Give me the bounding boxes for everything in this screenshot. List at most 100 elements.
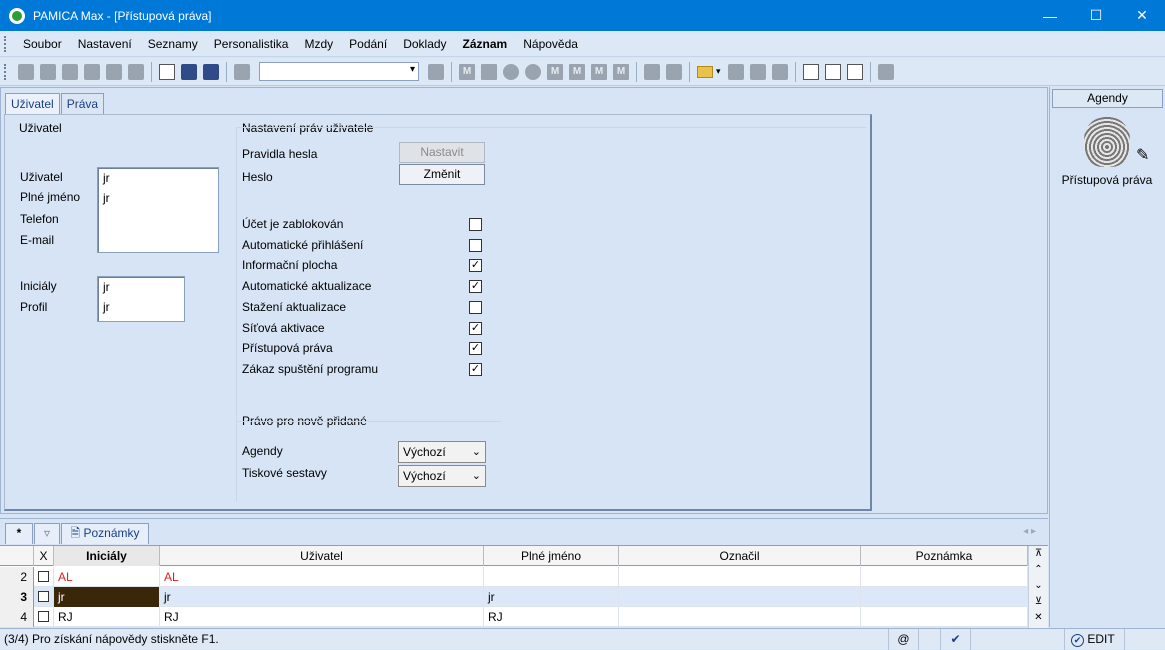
- filter-list-icon[interactable]: [428, 63, 444, 80]
- cell-marked[interactable]: [619, 587, 861, 607]
- menu-nastaveni[interactable]: Nastavení: [70, 37, 140, 51]
- cell-user[interactable]: AL: [160, 567, 484, 587]
- cell-initials[interactable]: jr: [54, 587, 160, 607]
- phone-value[interactable]: [98, 208, 218, 228]
- scroll-close-icon[interactable]: ✕: [1029, 610, 1048, 626]
- scroll-top-icon[interactable]: ⊼: [1029, 546, 1048, 562]
- duplicate-icon[interactable]: [234, 63, 250, 80]
- option-checkbox[interactable]: ✓: [469, 342, 482, 356]
- menu-mzdy[interactable]: Mzdy: [296, 37, 341, 51]
- menu-personalistika[interactable]: Personalistika: [206, 37, 297, 51]
- calendar-icon[interactable]: [749, 63, 766, 80]
- list-icon[interactable]: [771, 63, 788, 80]
- option-checkbox[interactable]: ✓: [469, 321, 482, 335]
- m-icon[interactable]: M: [547, 63, 563, 80]
- folder-dropdown-icon[interactable]: ▾: [716, 66, 721, 77]
- cell-user[interactable]: jr: [160, 587, 484, 607]
- profile-value[interactable]: jr: [98, 297, 184, 317]
- form-icon[interactable]: [824, 63, 841, 80]
- option-checkbox[interactable]: ✓: [469, 259, 482, 273]
- option-checkbox[interactable]: [469, 300, 482, 314]
- print-preview-icon[interactable]: [84, 63, 100, 80]
- delete-record-icon[interactable]: [62, 63, 78, 80]
- row-checkbox-cell[interactable]: [34, 607, 54, 627]
- option-checkbox[interactable]: ✓: [469, 362, 482, 376]
- report-icon[interactable]: [846, 63, 863, 80]
- col-note[interactable]: Poznámka: [861, 546, 1028, 566]
- cell-initials[interactable]: AL: [54, 567, 160, 587]
- document-icon[interactable]: [727, 63, 744, 80]
- cell-note[interactable]: [861, 567, 1028, 587]
- filter-clear-icon[interactable]: [666, 63, 682, 80]
- table-row[interactable]: 3 jr jr jr: [0, 587, 1028, 607]
- cell-full-name[interactable]: jr: [484, 587, 619, 607]
- print-icon[interactable]: [106, 63, 122, 80]
- row-checkbox[interactable]: [38, 611, 49, 622]
- save-all-icon[interactable]: [203, 63, 219, 80]
- agendy-select[interactable]: Výchozí ⌄: [398, 441, 486, 463]
- cell-note[interactable]: [861, 607, 1028, 627]
- tab-notes[interactable]: 🗎 Poznámky: [61, 523, 149, 544]
- maximize-button[interactable]: ☐: [1073, 0, 1119, 31]
- menu-soubor[interactable]: Soubor: [15, 37, 70, 51]
- change-password-button[interactable]: Změnit: [399, 164, 485, 185]
- menu-podani[interactable]: Podání: [341, 37, 395, 51]
- tab-prava[interactable]: Práva: [60, 93, 105, 114]
- cell-user[interactable]: RJ: [160, 607, 484, 627]
- cell-initials[interactable]: RJ: [54, 607, 160, 627]
- filter-icon[interactable]: [644, 63, 660, 80]
- export-icon[interactable]: [128, 63, 144, 80]
- save-icon[interactable]: [181, 63, 197, 80]
- row-checkbox-cell[interactable]: [34, 587, 54, 607]
- toolbar-grip[interactable]: [4, 63, 7, 80]
- tab-scroll-arrows[interactable]: ◂ ▸: [1023, 526, 1036, 537]
- sidebar-item-access-rights[interactable]: Přístupová práva: [1050, 173, 1164, 187]
- help-pointer-icon[interactable]: [877, 63, 894, 80]
- folder-icon[interactable]: [697, 65, 713, 78]
- m-icon[interactable]: M: [459, 63, 475, 80]
- copy-record-icon[interactable]: [40, 63, 56, 80]
- m-icon[interactable]: M: [591, 63, 607, 80]
- fingerprint-icon[interactable]: [1084, 117, 1130, 167]
- cell-full-name[interactable]: RJ: [484, 607, 619, 627]
- print-reports-select[interactable]: Výchozí ⌄: [398, 465, 486, 487]
- tab-filter[interactable]: ▿: [34, 523, 60, 544]
- tab-uzivatel[interactable]: Uživatel: [5, 93, 60, 115]
- circle-icon[interactable]: [503, 63, 519, 80]
- full-name-value[interactable]: jr: [98, 188, 218, 208]
- col-full-name[interactable]: Plné jméno: [484, 546, 619, 566]
- option-checkbox[interactable]: ✓: [469, 280, 482, 294]
- cell-note[interactable]: [861, 587, 1028, 607]
- cell-marked[interactable]: [619, 607, 861, 627]
- scroll-up-icon[interactable]: ⌃: [1029, 562, 1048, 578]
- grid-scrollbar[interactable]: ⊼ ⌃ ⌄ ⊻ ✕: [1028, 546, 1048, 628]
- row-checkbox[interactable]: [38, 571, 49, 582]
- set-password-rules-button[interactable]: Nastavit: [399, 142, 485, 163]
- sidebar-header[interactable]: Agendy: [1052, 89, 1163, 108]
- menu-napoveda[interactable]: Nápověda: [515, 37, 586, 51]
- col-user[interactable]: Uživatel: [160, 546, 484, 566]
- accessibility-icon[interactable]: [525, 63, 541, 80]
- row-checkbox[interactable]: [38, 591, 49, 602]
- option-checkbox[interactable]: [469, 218, 482, 231]
- row-checkbox-cell[interactable]: [34, 567, 54, 587]
- m-icon[interactable]: M: [613, 63, 629, 80]
- cell-full-name[interactable]: [484, 567, 619, 587]
- col-marked[interactable]: Označil: [619, 546, 861, 566]
- email-value[interactable]: [98, 228, 218, 248]
- menu-seznamy[interactable]: Seznamy: [140, 37, 206, 51]
- table-row[interactable]: 2 AL AL: [0, 567, 1028, 587]
- initials-profile-box[interactable]: jr jr: [97, 276, 185, 322]
- toolbar-search-combo[interactable]: [259, 62, 419, 81]
- user-info-box[interactable]: jr jr: [97, 167, 219, 253]
- scroll-down-icon[interactable]: ⌄: [1029, 578, 1048, 594]
- menu-zaznam[interactable]: Záznam: [455, 37, 516, 51]
- minimize-button[interactable]: —: [1027, 0, 1073, 31]
- scroll-bottom-icon[interactable]: ⊻: [1029, 594, 1048, 610]
- new-document-icon[interactable]: [159, 63, 175, 80]
- close-button[interactable]: ✕: [1119, 0, 1165, 31]
- cell-marked[interactable]: [619, 567, 861, 587]
- m-icon[interactable]: M: [569, 63, 585, 80]
- menu-doklady[interactable]: Doklady: [395, 37, 454, 51]
- col-x[interactable]: X: [34, 546, 54, 566]
